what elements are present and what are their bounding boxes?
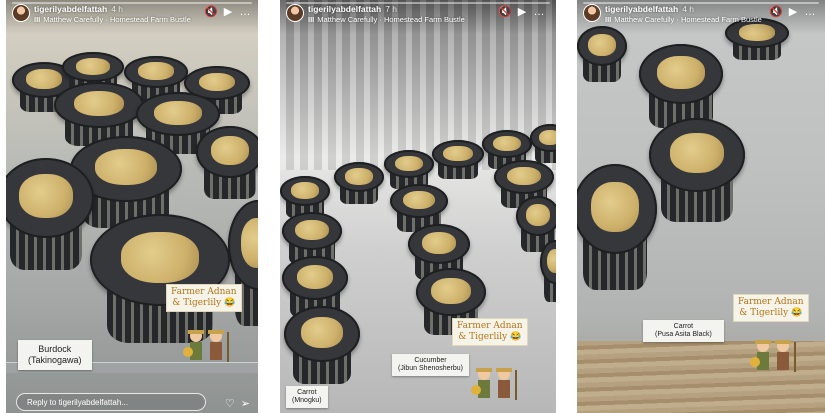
music-title[interactable]: Matthew Carefully · Homestead Farm Bustl… [614, 15, 762, 24]
story-header: tigerilyabdelfattah 4 h III Matthew Carefu… [6, 0, 258, 34]
story-controls: 🔇 ▶… [766, 5, 817, 18]
story-username[interactable]: tigerilyabdelfattah 4 h [34, 4, 123, 14]
reply-actions: ♡ ➢ [219, 397, 250, 410]
net-pot [6, 158, 94, 270]
story-music[interactable]: III Matthew Carefully · Homestead Farm Bu… [605, 15, 762, 24]
username-text[interactable]: tigerilyabdelfattah [605, 4, 678, 14]
avatar[interactable] [583, 4, 601, 22]
music-bars-icon: III [34, 15, 41, 24]
play-icon[interactable]: ▶ [221, 5, 235, 18]
music-title[interactable]: Matthew Carefully · Homestead Farm Bustl… [317, 15, 465, 24]
username-text[interactable]: tigerilyabdelfattah [308, 4, 381, 14]
net-pot [124, 56, 188, 101]
plant-label: Burdock (Takinogawa) [18, 340, 92, 370]
net-pot [494, 160, 554, 208]
net-pot [432, 140, 484, 180]
net-pot [639, 44, 723, 128]
username-text[interactable]: tigerilyabdelfattah [34, 4, 107, 14]
story-time: 4 h [682, 4, 695, 14]
net-pot [577, 164, 657, 290]
heart-icon[interactable]: ♡ [225, 397, 235, 410]
story-panel-1[interactable]: tigerilyabdelfattah 4 h III Matthew Carefu… [6, 0, 258, 413]
reply-input[interactable]: Reply to tigerilyabdelfattah... [16, 393, 206, 411]
mute-icon[interactable]: 🔇 [204, 5, 218, 18]
story-username[interactable]: tigerilyabdelfattah 4 h [605, 4, 694, 14]
farmer-sticker-icon [183, 330, 229, 362]
net-pot [334, 162, 384, 204]
net-pot [282, 212, 342, 266]
net-pot [408, 224, 470, 280]
more-icon[interactable]: … [238, 6, 252, 18]
avatar[interactable] [12, 4, 30, 22]
net-pot [516, 196, 556, 252]
net-pot [390, 184, 448, 232]
mute-icon[interactable]: 🔇 [769, 5, 783, 18]
sticker-caption: Farmer Adnan & Tigerlily 😂 [733, 294, 809, 322]
net-pot [54, 82, 144, 147]
story-controls: 🔇 ▶… [495, 5, 546, 18]
net-pot [416, 268, 486, 336]
music-bars-icon: III [605, 15, 612, 24]
story-time: 4 h [111, 4, 124, 14]
story-controls: 🔇 ▶… [201, 5, 252, 18]
sticker-caption: Farmer Adnan & Tigerlily 😂 [452, 318, 528, 346]
net-pot [62, 52, 124, 94]
story-photo [280, 0, 556, 413]
story-panel-3[interactable]: tigerilyabdelfattah 4 h III Matthew Carefu… [577, 0, 825, 413]
music-title[interactable]: Matthew Carefully · Homestead Farm Bustl… [43, 15, 191, 24]
story-music[interactable]: III Matthew Carefully · Homestead Farm Bu… [308, 15, 465, 24]
net-pot [482, 130, 532, 170]
sticker-caption: Farmer Adnan & Tigerlily 😂 [166, 284, 242, 312]
play-icon[interactable]: ▶ [786, 5, 800, 18]
farmer-sticker-icon [471, 368, 517, 400]
story-collage: tigerilyabdelfattah 4 h III Matthew Carefu… [0, 0, 825, 413]
net-pot [228, 200, 258, 326]
story-panel-2[interactable]: tigerilyabdelfattah 7 h III Matthew Carefu… [280, 0, 556, 413]
net-pot [384, 150, 434, 190]
more-icon[interactable]: … [803, 6, 817, 18]
story-username[interactable]: tigerilyabdelfattah 7 h [308, 4, 397, 14]
story-time: 7 h [385, 4, 398, 14]
story-music[interactable]: III Matthew Carefully · Homestead Farm Bu… [34, 15, 191, 24]
plant-label: Cucumber (Jibun Shenosherbu) [392, 354, 469, 376]
more-icon[interactable]: … [532, 6, 546, 18]
net-pot [280, 176, 330, 218]
avatar[interactable] [286, 4, 304, 22]
net-pot [284, 306, 360, 385]
net-pot [196, 126, 258, 199]
send-icon[interactable]: ➢ [241, 397, 250, 410]
net-pot [136, 92, 220, 154]
music-bars-icon: III [308, 15, 315, 24]
net-pot [282, 256, 348, 318]
farmer-sticker-icon [750, 340, 796, 372]
story-header: tigerilyabdelfattah 4 h III Matthew Carefu… [577, 0, 825, 34]
story-header: tigerilyabdelfattah 7 h III Matthew Carefu… [280, 0, 556, 34]
net-pot [649, 118, 745, 222]
mute-icon[interactable]: 🔇 [498, 5, 512, 18]
plant-label: Carrot (Mnogku) [286, 386, 328, 408]
play-icon[interactable]: ▶ [515, 5, 529, 18]
plant-label: Carrot (Pusa Asita Black) [643, 320, 724, 342]
